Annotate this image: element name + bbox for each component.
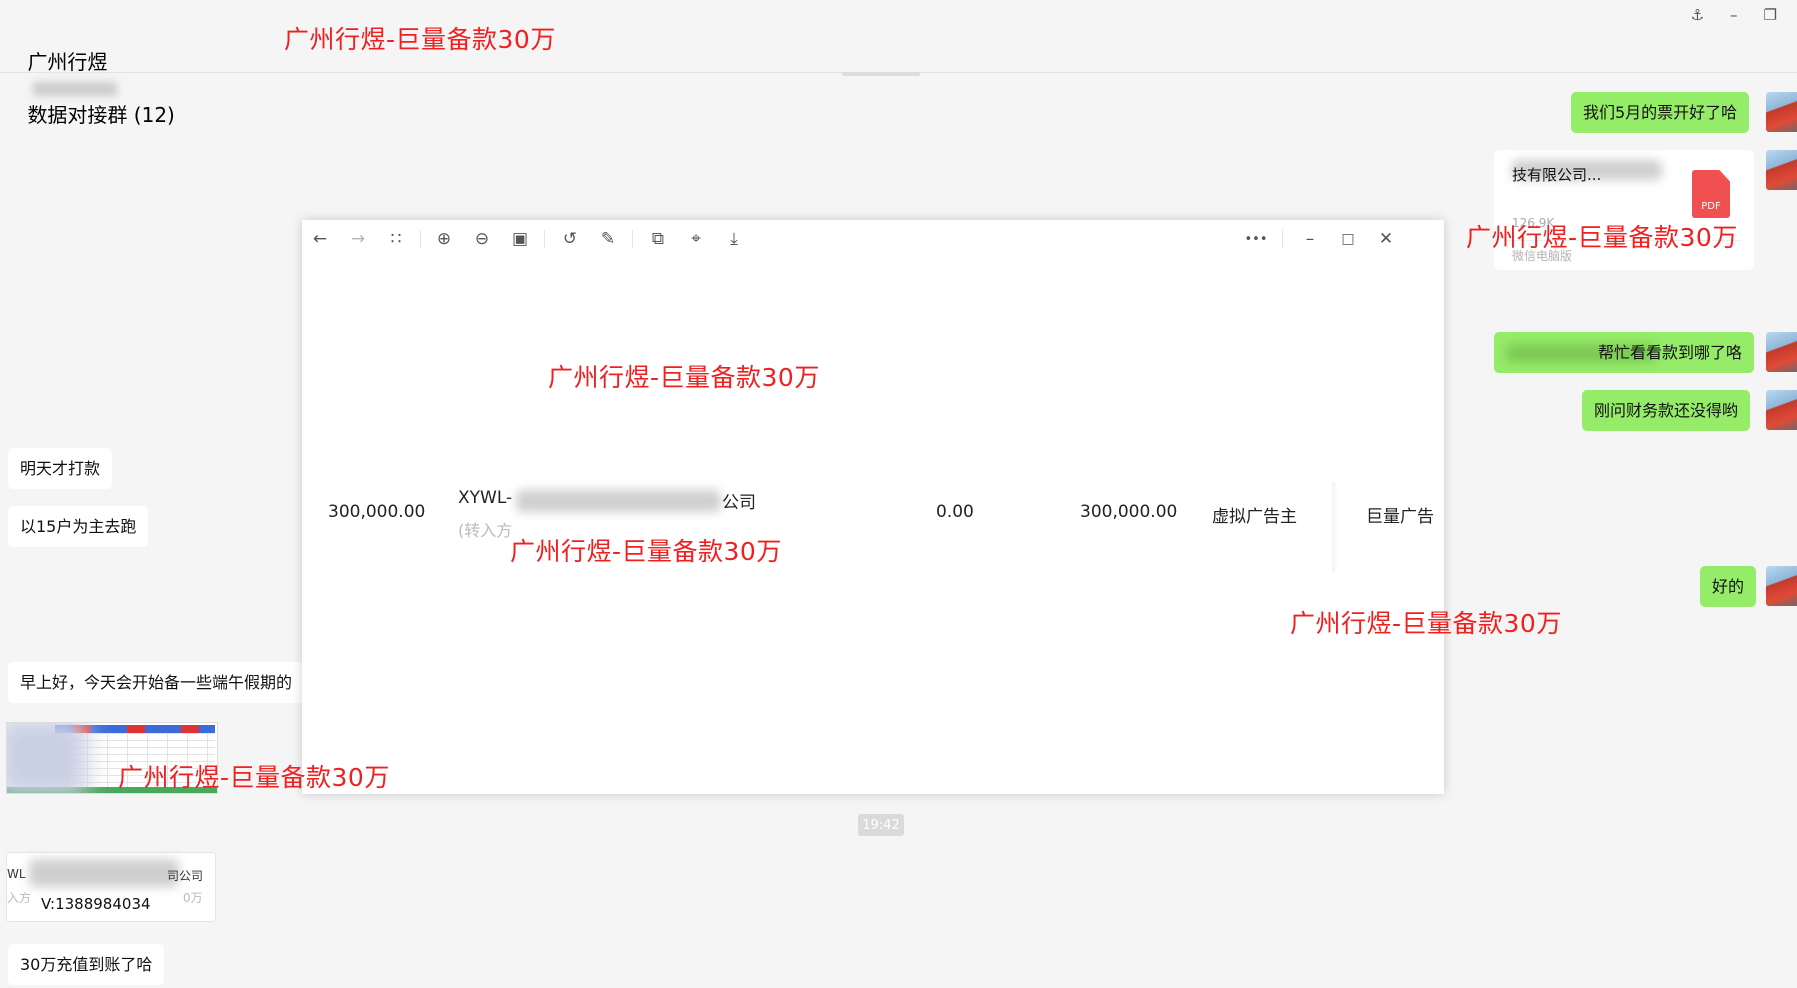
transaction-amount: 300,000.00 (328, 502, 426, 522)
close-icon[interactable]: ✕ (1374, 228, 1398, 250)
transaction-zero: 0.00 (936, 502, 974, 522)
minimize-icon[interactable]: – (1730, 6, 1738, 24)
grid-view-icon[interactable]: ∷ (384, 228, 408, 250)
minimize-icon[interactable]: – (1298, 228, 1322, 250)
rotate-icon[interactable]: ↺ (558, 228, 582, 250)
message-main-run[interactable]: 以15户为主去跑 (8, 506, 149, 547)
download-icon[interactable]: ⤓ (722, 228, 746, 250)
watermark-text: 广州行煜-巨量备款30万 (510, 537, 782, 566)
toolbar-separator (544, 230, 545, 248)
timestamp-chip: 19:42 (858, 814, 904, 836)
zoom-in-icon[interactable]: ⊕ (432, 228, 456, 250)
zoom-out-icon[interactable]: ⊖ (470, 228, 494, 250)
transfer-sub-prefix: 入方 (7, 891, 32, 905)
watermark-text: 广州行煜-巨量备款30万 (118, 763, 390, 792)
back-arrow-icon[interactable]: ← (308, 228, 332, 250)
scroll-handle[interactable] (842, 72, 920, 76)
avatar[interactable] (1766, 390, 1797, 430)
transaction-company-prefix: XYWL- (458, 488, 513, 508)
redacted-company (29, 859, 179, 887)
chat-header: 广州行煜 数据对接群 (12) ⚓ – ❐ (0, 0, 1797, 127)
column-divider (1332, 482, 1338, 572)
message-arrived[interactable]: 30万充值到账了哈 (8, 944, 165, 985)
avatar[interactable] (1766, 566, 1797, 606)
message-ok[interactable]: 好的 (1700, 566, 1757, 607)
redacted-name (33, 81, 118, 96)
watermark-text: 广州行煜-巨量备款30万 (1466, 223, 1738, 252)
transaction-company-suffix: 公司 (722, 493, 756, 513)
fit-window-icon[interactable]: ▣ (508, 228, 532, 250)
restore-icon[interactable]: ❐ (1764, 6, 1777, 24)
transfer-prefix: WL (7, 867, 26, 881)
viewer-toolbar: ← → ∷ ⊕ ⊖ ▣ ↺ ✎ ⧉ ⌖ ⤓ ••• – □ ✕ (302, 220, 1444, 258)
group-title[interactable]: 广州行煜 数据对接群 (12) (2, 22, 175, 152)
watermark-text: 广州行煜-巨量备款30万 (1290, 609, 1562, 638)
avatar[interactable] (1766, 150, 1797, 190)
toolbar-separator (1282, 230, 1283, 248)
maximize-icon[interactable]: □ (1336, 228, 1360, 250)
avatar[interactable] (1766, 332, 1797, 372)
contact-overlay-text: V:1388984034 (41, 895, 151, 913)
pdf-badge-text: PDF (1701, 201, 1721, 212)
transfer-company-tail: 司公司 (167, 869, 204, 883)
message-pay-tomorrow[interactable]: 明天才打款 (8, 448, 113, 489)
more-options-icon[interactable]: ••• (1244, 228, 1268, 250)
transaction-amount-2: 300,000.00 (1080, 502, 1178, 522)
toolbar-separator (632, 230, 633, 248)
transfer-image-thumbnail[interactable]: WL 司公司 入方 0万 V:1388984034 (6, 852, 216, 922)
message-check-payment[interactable]: 帮忙看看款到哪了咯 (1494, 332, 1754, 373)
group-title-suffix: 数据对接群 (12) (27, 103, 175, 127)
message-finance[interactable]: 刚问财务款还没得哟 (1582, 390, 1751, 431)
message-morning[interactable]: 早上好，今天会开始备一些端午假期的 (8, 662, 305, 703)
message-check-payment-text: 帮忙看看款到哪了咯 (1597, 343, 1742, 362)
translate-icon[interactable]: ⧉ (646, 228, 670, 250)
redacted-region (7, 723, 87, 793)
window-controls: ⚓ – ❐ (1691, 6, 1777, 24)
watermark-text: 广州行煜-巨量备款30万 (548, 363, 820, 392)
group-title-prefix: 广州行煜 (27, 50, 108, 74)
message-invoice[interactable]: 我们5月的票开好了哈 (1571, 92, 1750, 133)
transfer-amount-tail: 0万 (183, 891, 203, 905)
transaction-platform: 巨量广告 (1366, 507, 1434, 527)
image-viewer-window: ← → ∷ ⊕ ⊖ ▣ ↺ ✎ ⧉ ⌖ ⤓ ••• – □ ✕ 300,000.… (302, 220, 1444, 794)
pdf-file-icon: PDF (1692, 170, 1730, 218)
file-name: 技有限公司... (1512, 166, 1602, 184)
pin-icon[interactable]: ⚓ (1691, 6, 1704, 24)
edit-icon[interactable]: ✎ (596, 228, 620, 250)
transaction-advertiser: 虚拟广告主 (1212, 507, 1297, 527)
forward-arrow-icon[interactable]: → (346, 228, 370, 250)
redacted-company (516, 490, 721, 512)
watermark-text: 广州行煜-巨量备款30万 (284, 25, 556, 54)
ocr-scan-icon[interactable]: ⌖ (684, 228, 708, 250)
toolbar-separator (420, 230, 421, 248)
transaction-transfer-in: (转入方 (458, 521, 513, 540)
avatar[interactable] (1766, 92, 1797, 132)
